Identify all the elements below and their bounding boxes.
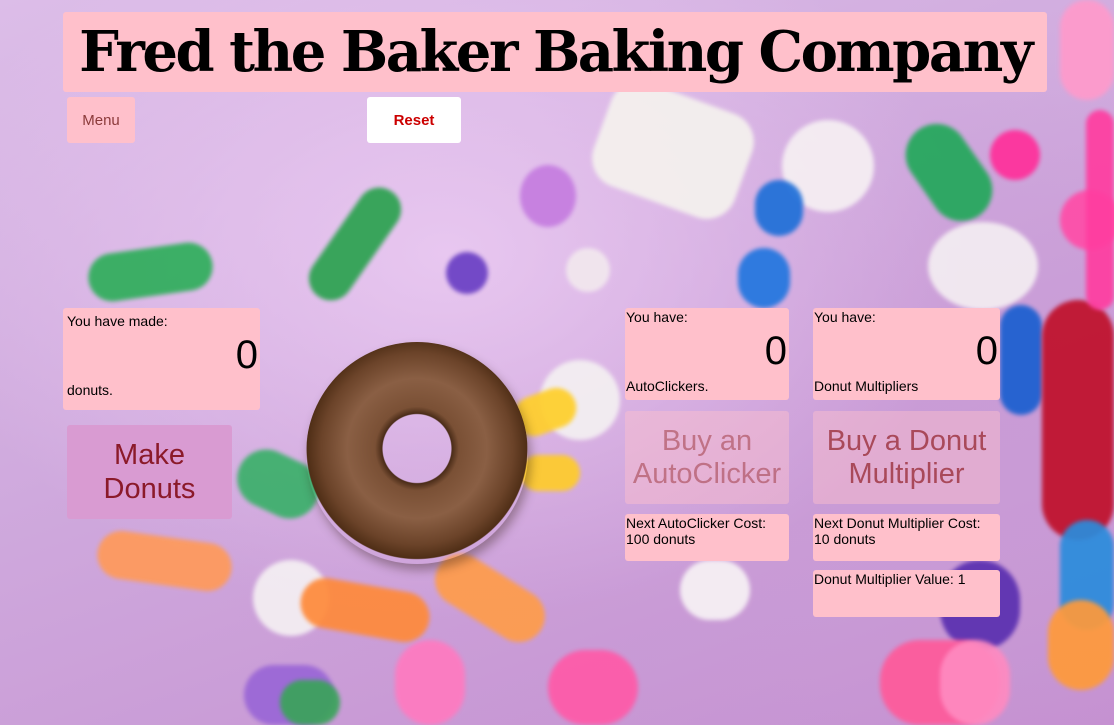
autoclicker-cost-value: 100 donuts [626,531,696,547]
multiplier-cost-label: Next Donut Multiplier Cost: [814,515,981,531]
autoclickers-label: You have: [626,309,688,325]
donuts-made-unit: donuts. [67,382,113,398]
multipliers-label: You have: [814,309,876,325]
autoclickers-unit: AutoClickers. [626,378,709,394]
autoclicker-cost-panel: Next AutoClicker Cost: 100 donuts [625,514,789,561]
donuts-made-panel: You have made: 0 donuts. [63,308,260,410]
page-title: Fred the Baker Baking Company [79,19,1033,85]
title-bar: Fred the Baker Baking Company [63,12,1047,92]
multiplier-cost-panel: Next Donut Multiplier Cost: 10 donuts [813,514,1000,561]
multiplier-cost-value: 10 donuts [814,531,876,547]
make-donuts-button[interactable]: Make Donuts [67,425,232,519]
menu-button[interactable]: Menu [67,97,135,143]
multipliers-unit: Donut Multipliers [814,378,919,394]
donuts-made-label: You have made: [67,313,168,329]
autoclickers-count: 0 [764,329,787,373]
donut-image[interactable] [306,342,528,564]
multiplier-value-label: Donut Multiplier Value: 1 [814,571,966,587]
multiplier-value-panel: Donut Multiplier Value: 1 [813,570,1000,617]
reset-button[interactable]: Reset [367,97,461,143]
buy-multiplier-button[interactable]: Buy a Donut Multiplier [813,411,1000,504]
multipliers-panel: You have: 0 Donut Multipliers [813,308,1000,400]
buy-autoclicker-button[interactable]: Buy an AutoClicker [625,411,789,504]
autoclickers-panel: You have: 0 AutoClickers. [625,308,789,400]
multipliers-count: 0 [975,329,998,373]
autoclicker-cost-label: Next AutoClicker Cost: [626,515,767,531]
donuts-made-count: 0 [235,333,258,377]
